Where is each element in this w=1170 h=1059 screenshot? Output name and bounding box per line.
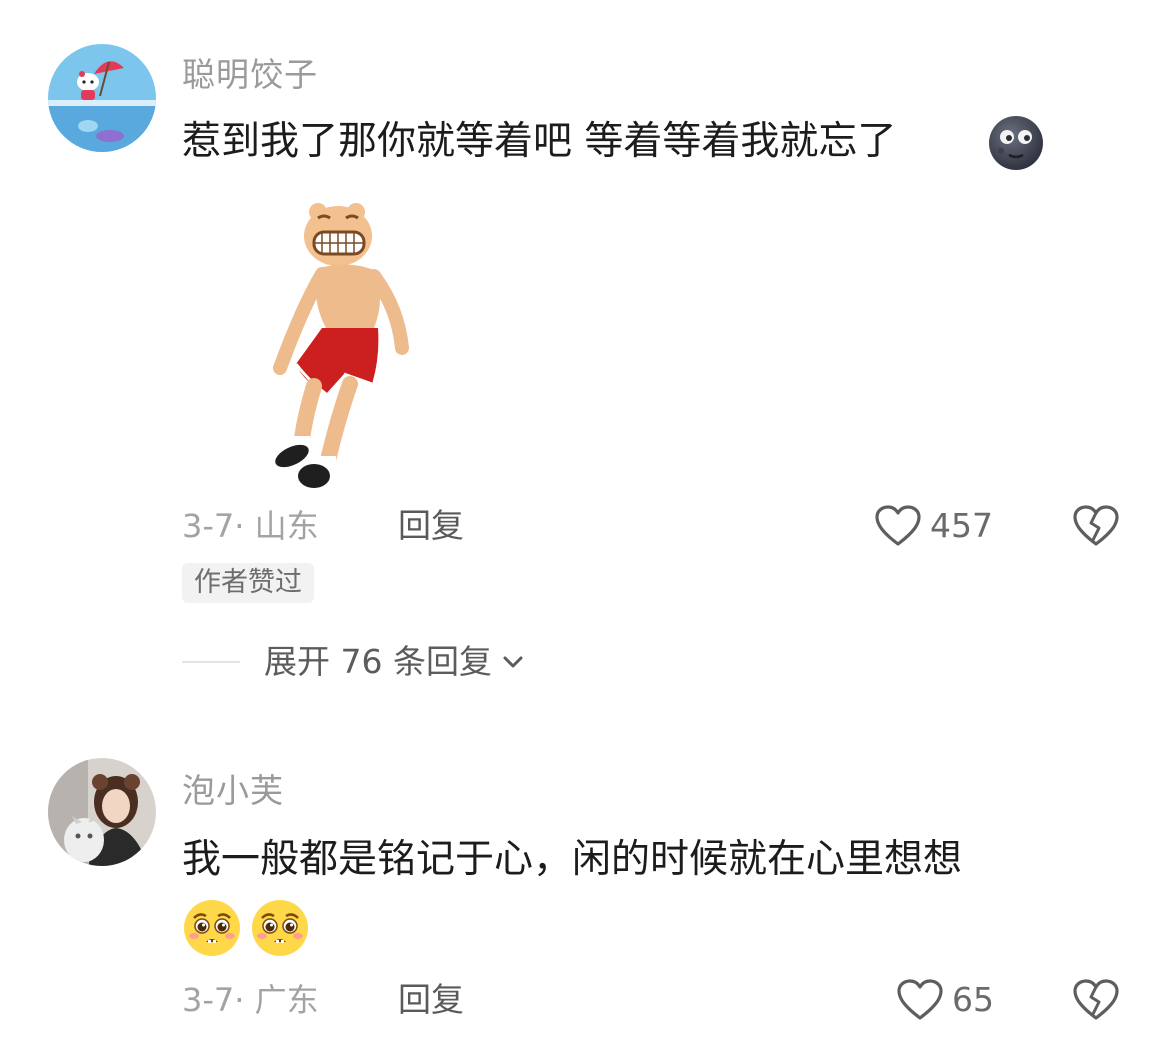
emoji-row: [182, 898, 310, 958]
reply-button[interactable]: 回复: [398, 502, 464, 550]
like-button[interactable]: 457: [874, 502, 993, 550]
divider: [182, 661, 240, 663]
heart-icon: [875, 505, 921, 546]
reply-button[interactable]: 回复: [398, 976, 464, 1024]
dancing-man-sticker[interactable]: [262, 198, 422, 492]
pleading-face-emoji-icon: [184, 900, 240, 956]
comment-meta-row: 3-7· 山东 回复 457: [182, 502, 1142, 550]
dislike-button[interactable]: [1072, 978, 1120, 1022]
author-liked-badge: 作者赞过: [182, 563, 314, 603]
comment-date-location: 3-7· 广东: [182, 981, 319, 1019]
comment-list: 聪明饺子 惹到我了那你就等着吧 等着等着我就忘了 3-7· 山东 回复 457 …: [0, 0, 1170, 1059]
avatar[interactable]: [48, 44, 156, 152]
expand-replies-label: 展开 76 条回复: [264, 642, 492, 681]
chevron-down-icon: [503, 656, 523, 668]
comment-item: 聪明饺子 惹到我了那你就等着吧 等着等着我就忘了 3-7· 山东 回复 457 …: [0, 0, 1170, 720]
comment-date-location: 3-7· 山东: [182, 507, 319, 545]
heart-icon: [897, 979, 943, 1020]
comment-meta-row: 3-7· 广东 回复 65: [182, 976, 1142, 1024]
username[interactable]: 泡小芙: [182, 764, 284, 812]
expand-replies-row: 展开 76 条回复: [182, 638, 782, 686]
comment-item: 泡小芙 我一般都是铭记于心，闲的时候就在心里想想 3-7· 广东 回复 65: [0, 720, 1170, 1059]
comment-text: 惹到我了那你就等着吧 等着等着我就忘了: [182, 119, 897, 164]
comment-text: 我一般都是铭记于心，闲的时候就在心里想想: [182, 837, 963, 882]
broken-heart-icon: [1073, 979, 1119, 1020]
expand-replies-button[interactable]: 展开 76 条回复: [264, 638, 526, 686]
avatar[interactable]: [48, 758, 156, 866]
like-count: 65: [952, 980, 994, 1019]
like-count: 457: [930, 506, 993, 545]
dislike-button[interactable]: [1072, 504, 1120, 548]
broken-heart-icon: [1073, 505, 1119, 546]
pleading-face-emoji-icon: [252, 900, 308, 956]
like-button[interactable]: 65: [896, 976, 994, 1024]
new-moon-face-emoji-icon: [987, 115, 1045, 171]
username[interactable]: 聪明饺子: [182, 48, 318, 96]
